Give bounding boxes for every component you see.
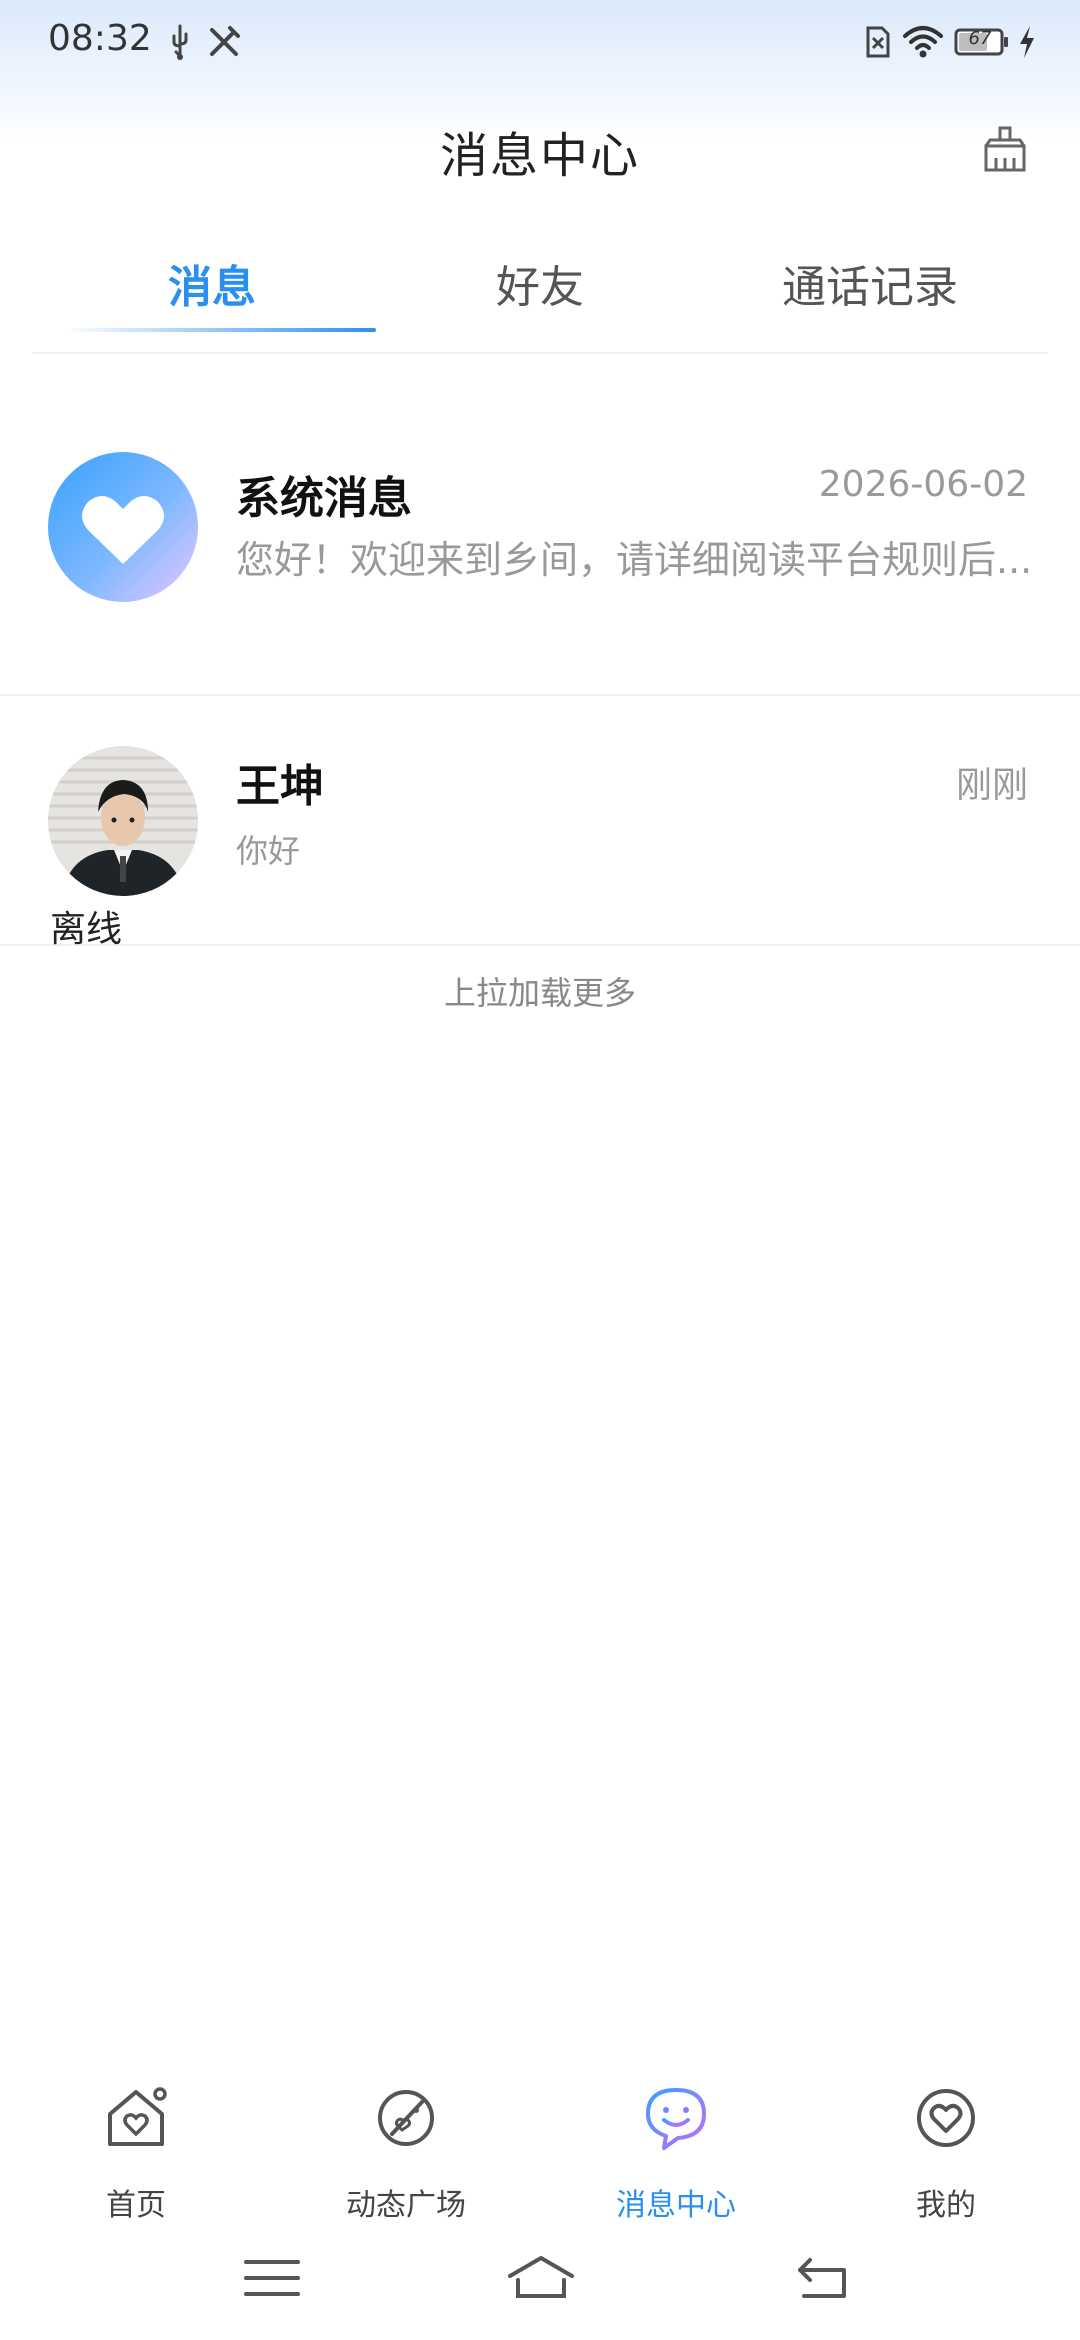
nav-square[interactable]: 动态广场: [306, 2084, 506, 2224]
home-icon: [108, 2087, 167, 2146]
system-nav-bar: [0, 2230, 1080, 2340]
online-status: 离线: [50, 909, 123, 950]
sim-icon: [866, 26, 890, 58]
active-tab-indicator: [64, 328, 376, 332]
conversation-time: 刚刚: [955, 765, 1028, 806]
nav-label: 我的: [916, 2188, 976, 2223]
conversation-preview: 你好: [236, 832, 301, 870]
battery-level: 67: [968, 28, 992, 49]
tab-call-records[interactable]: 通话记录: [730, 248, 1010, 328]
tab-bar: 消息 好友 通话记录: [0, 240, 1080, 354]
wifi-icon: [903, 26, 943, 58]
chat-smile-icon: [646, 2088, 706, 2150]
header: 消息中心: [0, 100, 1080, 190]
nav-label: 动态广场: [346, 2188, 466, 2223]
conversation-item-system[interactable]: 系统消息 2026-06-02 您好！欢迎来到乡间，请详细阅读平台规则后...: [0, 430, 1080, 696]
load-more-hint: 上拉加载更多: [443, 974, 636, 1012]
nav-messages[interactable]: 消息中心: [576, 2084, 776, 2224]
charging-icon: [1020, 26, 1034, 58]
user-avatar: [48, 746, 198, 896]
conversation-preview: 您好！欢迎来到乡间，请详细阅读平台规则后...: [236, 538, 1033, 582]
home-outline-icon[interactable]: [506, 2250, 576, 2306]
tab-friends[interactable]: 好友: [400, 248, 680, 328]
page-title: 消息中心: [439, 128, 640, 184]
back-icon[interactable]: [792, 2250, 856, 2306]
planet-icon: [378, 2090, 434, 2146]
nav-profile[interactable]: 我的: [846, 2084, 1046, 2224]
conversation-item-user[interactable]: 王坤 刚刚 你好 离线: [0, 698, 1080, 950]
tab-messages[interactable]: 消息: [72, 248, 352, 328]
nav-label: 首页: [106, 2188, 166, 2223]
status-time: 08:32: [48, 18, 152, 59]
heart-icon: [82, 496, 164, 564]
conversation-time: 2026-06-02: [818, 464, 1028, 505]
nav-home[interactable]: 首页: [36, 2084, 236, 2224]
profile-heart-icon: [917, 2089, 975, 2147]
system-avatar: [48, 452, 198, 602]
user-photo: [48, 746, 198, 896]
conversation-name: 王坤: [236, 761, 324, 812]
usb-icon: [172, 24, 188, 60]
bottom-nav: 首页 动态广场 消息中心 我的: [0, 2060, 1080, 2223]
tools-icon: [210, 26, 240, 56]
nav-label: 消息中心: [616, 2188, 736, 2223]
menu-icon[interactable]: [240, 2250, 304, 2306]
clear-icon[interactable]: [980, 124, 1030, 174]
conversation-name: 系统消息: [236, 473, 412, 524]
divider: [32, 352, 1048, 354]
status-bar: 08:32 67: [0, 0, 1080, 84]
